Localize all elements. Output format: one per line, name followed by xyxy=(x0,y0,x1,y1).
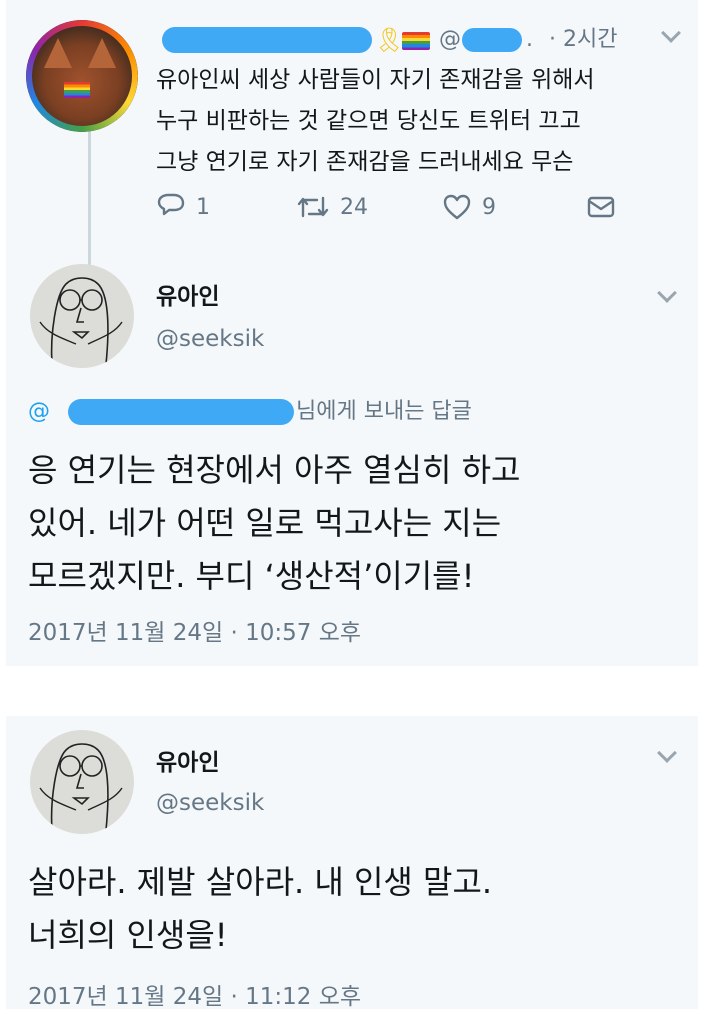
direct-message-button[interactable] xyxy=(586,190,616,224)
ribbon-icon: 🎗 xyxy=(374,26,405,54)
reply-tweet-header: 🎗 @ . · 2시간 xyxy=(156,23,686,56)
line-drawing-portrait xyxy=(39,277,123,365)
redacted-handle xyxy=(462,28,522,52)
reply-count: 1 xyxy=(196,194,210,220)
author-avatar[interactable] xyxy=(30,730,134,834)
main-tweet-text: 응 연기는 현장에서 아주 열심히 하고 있어. 네가 어떤 일로 먹고사는 지… xyxy=(28,451,521,595)
retweet-count: 24 xyxy=(340,194,368,220)
like-button[interactable]: 9 xyxy=(442,190,496,224)
reply-tweet-text: 유아인씨 세상 사람들이 자기 존재감을 위해서 누구 비판하는 것 같으면 당… xyxy=(156,67,595,175)
author-handle[interactable]: @seeksik xyxy=(156,788,264,818)
avatar-rainbow-ring xyxy=(26,20,138,132)
reply-author-avatar[interactable] xyxy=(26,20,138,132)
second-tweet-timestamp[interactable]: 2017년 11월 24일 · 11:12 오후 xyxy=(28,982,361,1009)
replying-handle-prefix[interactable]: @ xyxy=(28,399,50,424)
replying-to-line: @ 님에게 보내는 답글 xyxy=(28,397,678,427)
retweet-button[interactable]: 24 xyxy=(296,190,368,224)
redacted-replying-handle xyxy=(68,399,294,425)
main-tweet-timestamp[interactable]: 2017년 11월 24일 · 10:57 오후 xyxy=(28,618,361,648)
like-count: 9 xyxy=(482,194,496,220)
reply-handle-suffix: . xyxy=(526,27,533,52)
thread-connector-line xyxy=(88,122,91,270)
second-tweet-card: 유아인 @seeksik 살아라. 제발 살아라. 내 인생 말고. 너희의 인… xyxy=(6,716,698,1009)
reply-button[interactable]: 1 xyxy=(156,190,210,224)
author-avatar[interactable] xyxy=(30,264,134,368)
line-drawing-portrait xyxy=(39,743,123,831)
rainbow-flag-icon xyxy=(402,32,430,50)
second-tweet-text: 살아라. 제발 살아라. 내 인생 말고. 너희의 인생을! xyxy=(28,863,493,954)
reply-handle-prefix[interactable]: @ xyxy=(439,26,461,54)
author-display-name[interactable]: 유아인 xyxy=(156,748,219,778)
message-icon xyxy=(587,196,615,218)
reply-time-ago[interactable]: · 2시간 xyxy=(549,26,617,54)
tweet-thread-card: 🎗 @ . · 2시간 유아인씨 세상 사람들이 자기 존재감을 위해서 누구 … xyxy=(6,0,698,666)
reply-tweet-actions: 1 24 9 xyxy=(156,190,626,224)
replying-suffix: 님에게 보내는 답글 xyxy=(296,399,472,424)
author-handle[interactable]: @seeksik xyxy=(156,324,264,354)
author-display-name[interactable]: 유아인 xyxy=(156,282,219,312)
chevron-down-icon[interactable] xyxy=(661,23,681,43)
retweet-icon xyxy=(297,196,329,218)
redacted-display-name xyxy=(162,27,372,53)
chevron-down-icon[interactable] xyxy=(657,743,677,763)
like-icon xyxy=(443,194,471,220)
chevron-down-icon[interactable] xyxy=(657,283,677,303)
reply-icon xyxy=(157,193,185,216)
